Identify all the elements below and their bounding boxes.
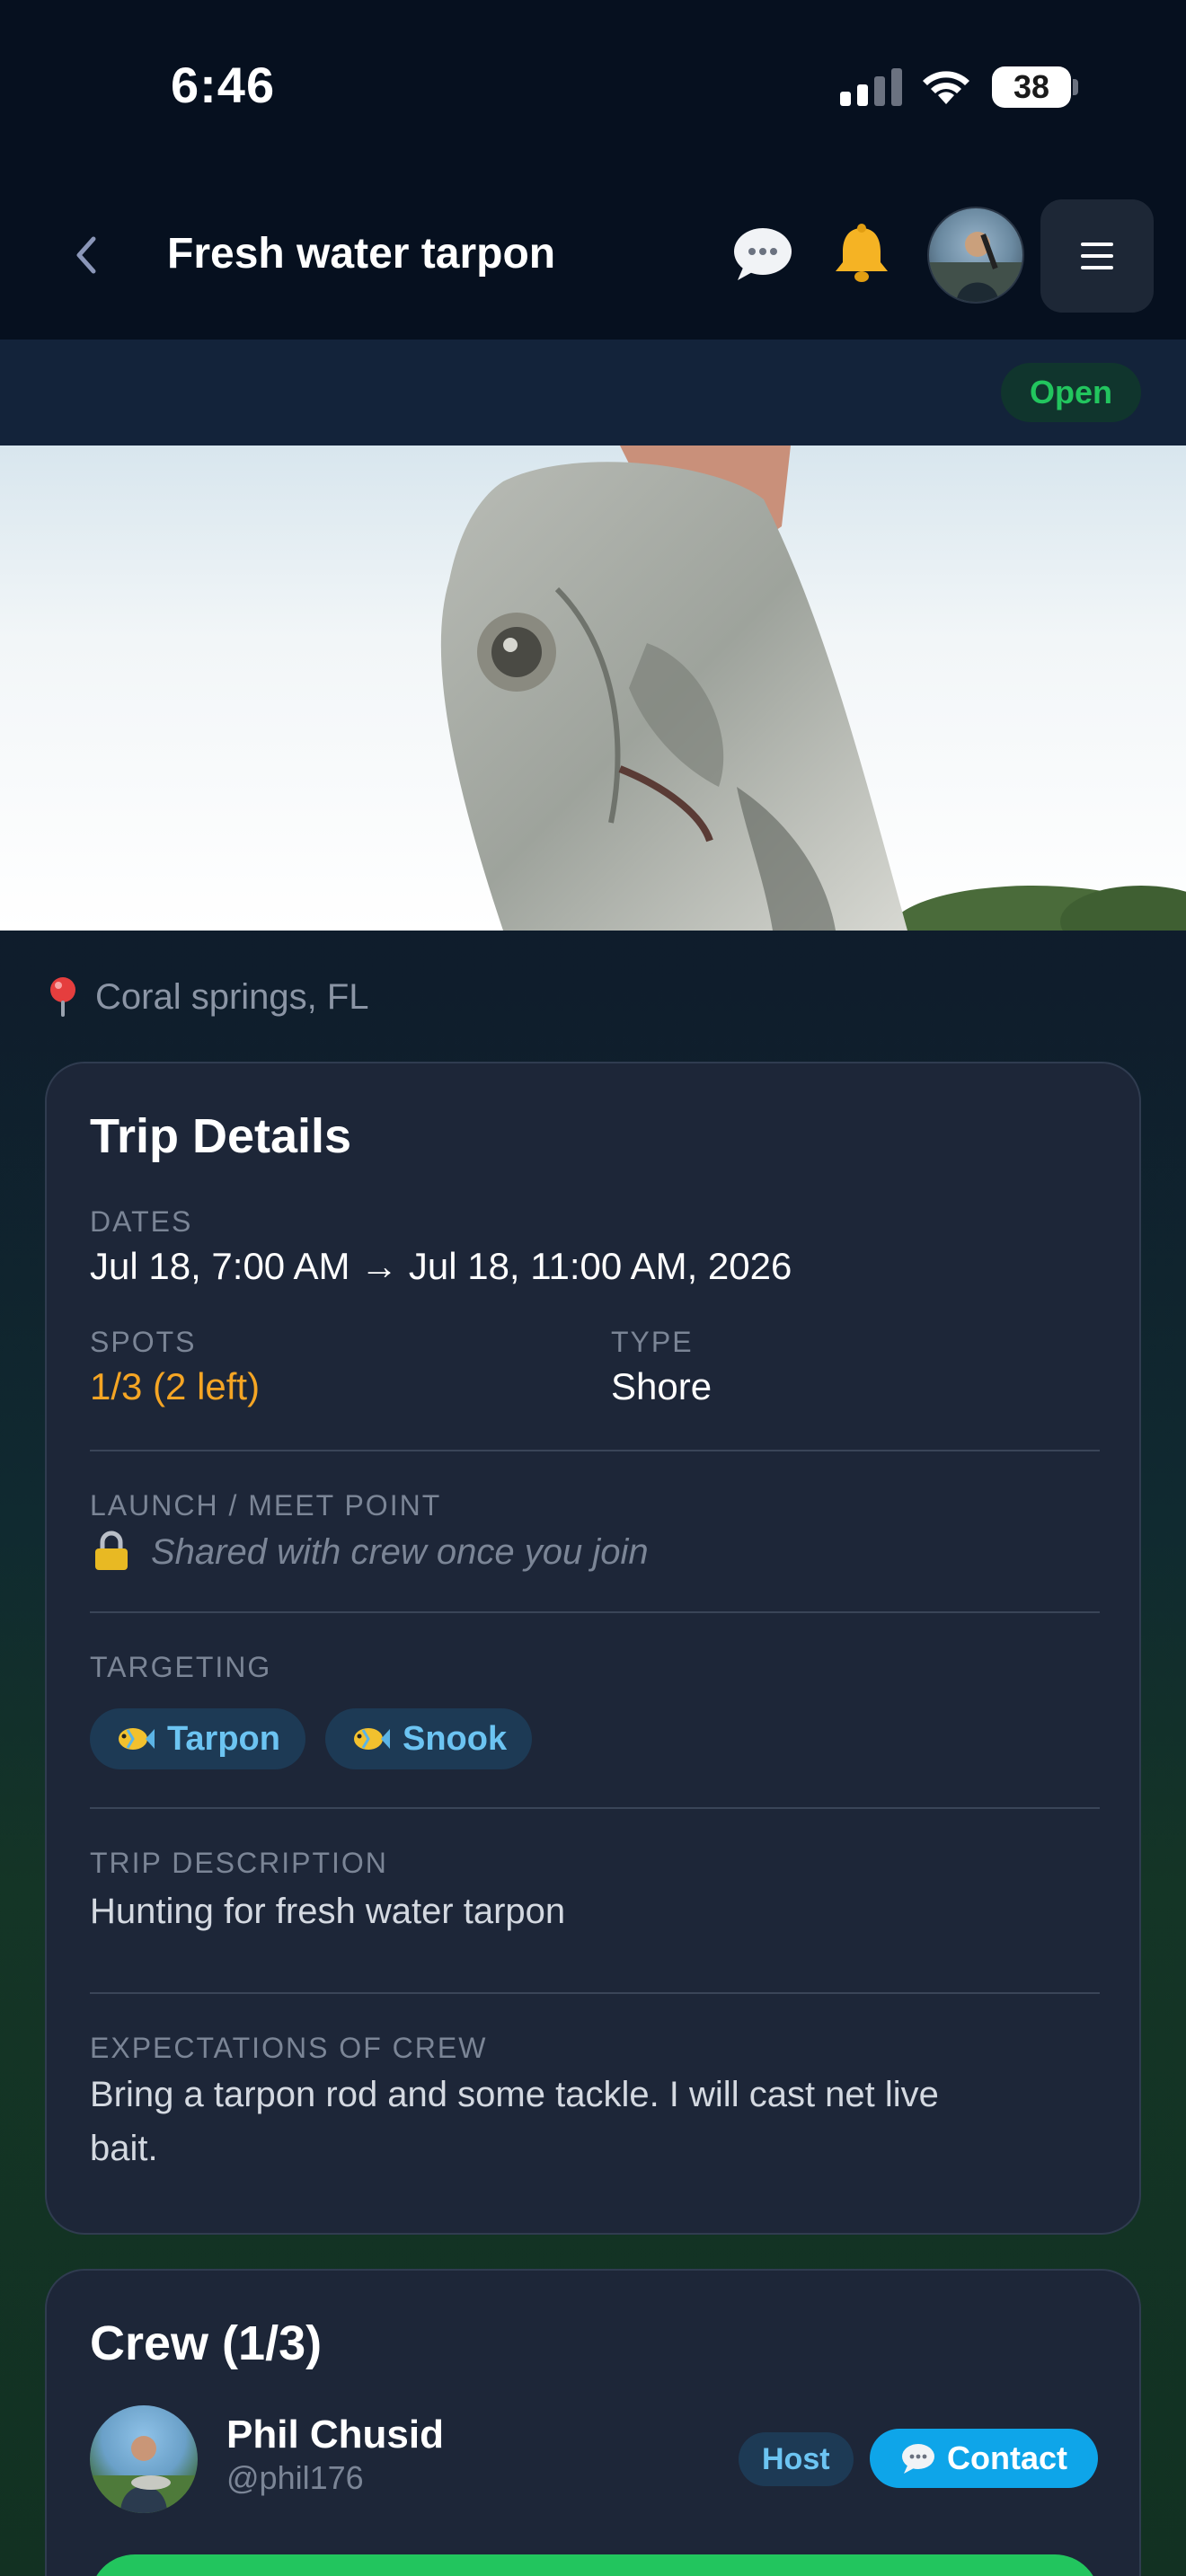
divider (90, 1992, 1100, 1994)
expectations-line-2: bait. (90, 2129, 158, 2168)
contact-button-label: Contact (947, 2439, 1067, 2476)
chevron-left-icon (76, 236, 96, 274)
target-chip-snook: Snook (325, 1708, 533, 1769)
hamburger-menu-icon (1081, 243, 1113, 269)
primary-action-button[interactable] (90, 2554, 1100, 2576)
battery-cap (1073, 79, 1078, 95)
crew-member-handle: @phil176 (226, 2459, 364, 2496)
dates-label: DATES (90, 1205, 193, 1238)
expectations-label: EXPECTATIONS OF CREW (90, 2032, 488, 2064)
divider (90, 1611, 1100, 1613)
user-avatar[interactable] (927, 207, 1024, 304)
target-chip-label: Tarpon (167, 1719, 280, 1758)
spots-value: 1/3 (2 left) (90, 1365, 261, 1407)
trip-details-title: Trip Details (90, 1109, 352, 1163)
fish-icon (119, 1728, 155, 1750)
chat-icon (902, 2444, 934, 2474)
menu-button[interactable] (1040, 199, 1154, 313)
crew-title: Crew (1/3) (90, 2316, 323, 2370)
divider (90, 1450, 1100, 1451)
avatar[interactable] (90, 2405, 198, 2513)
type-label: TYPE (611, 1326, 694, 1358)
fish-icon (354, 1728, 390, 1750)
targeting-label: TARGETING (90, 1651, 272, 1683)
target-chip-tarpon: Tarpon (90, 1708, 305, 1769)
description-label: TRIP DESCRIPTION (90, 1847, 388, 1879)
bell-icon[interactable] (830, 223, 893, 284)
contact-button[interactable]: Contact (870, 2429, 1098, 2488)
description-value: Hunting for fresh water tarpon (90, 1892, 566, 1931)
location-text: Coral springs, FL (95, 976, 369, 1017)
location-pin-icon (50, 977, 75, 1017)
status-badge: Open (1000, 363, 1141, 422)
wifi-icon (923, 71, 969, 104)
dates-value: Jul 18, 7:00 AM → Jul 18, 11:00 AM, 2026 (90, 1245, 792, 1287)
trip-location: Coral springs, FL (47, 970, 369, 1024)
expectations-line-1: Bring a tarpon rod and some tackle. I wi… (90, 2075, 939, 2114)
top-bar: 6:46 38 Fresh water tarpon (0, 0, 1186, 340)
launch-value: Shared with crew once you join (151, 1532, 649, 1572)
trip-photo (0, 446, 1186, 931)
page-title: Fresh water tarpon (167, 230, 556, 278)
crew-card: Crew (1/3) Phil Chusid @phil176 Host Con… (45, 2269, 1141, 2576)
trip-details-card: Trip Details DATES Jul 18, 7:00 AM → Jul… (45, 1062, 1141, 2235)
status-time: 6:46 (171, 57, 276, 113)
cellular-signal-icon (840, 66, 903, 106)
trip-status-bar: Open (0, 340, 1186, 446)
chat-icon[interactable] (730, 225, 795, 284)
launch-label: LAUNCH / MEET POINT (90, 1489, 442, 1522)
type-value: Shore (611, 1365, 712, 1407)
host-badge: Host (739, 2432, 854, 2486)
lock-icon (95, 1531, 128, 1570)
spots-label: SPOTS (90, 1326, 197, 1358)
back-button[interactable] (63, 228, 108, 282)
crew-member-name[interactable]: Phil Chusid (226, 2413, 444, 2457)
target-chip-label: Snook (403, 1719, 508, 1758)
battery-indicator: 38 (992, 66, 1071, 108)
divider (90, 1807, 1100, 1809)
